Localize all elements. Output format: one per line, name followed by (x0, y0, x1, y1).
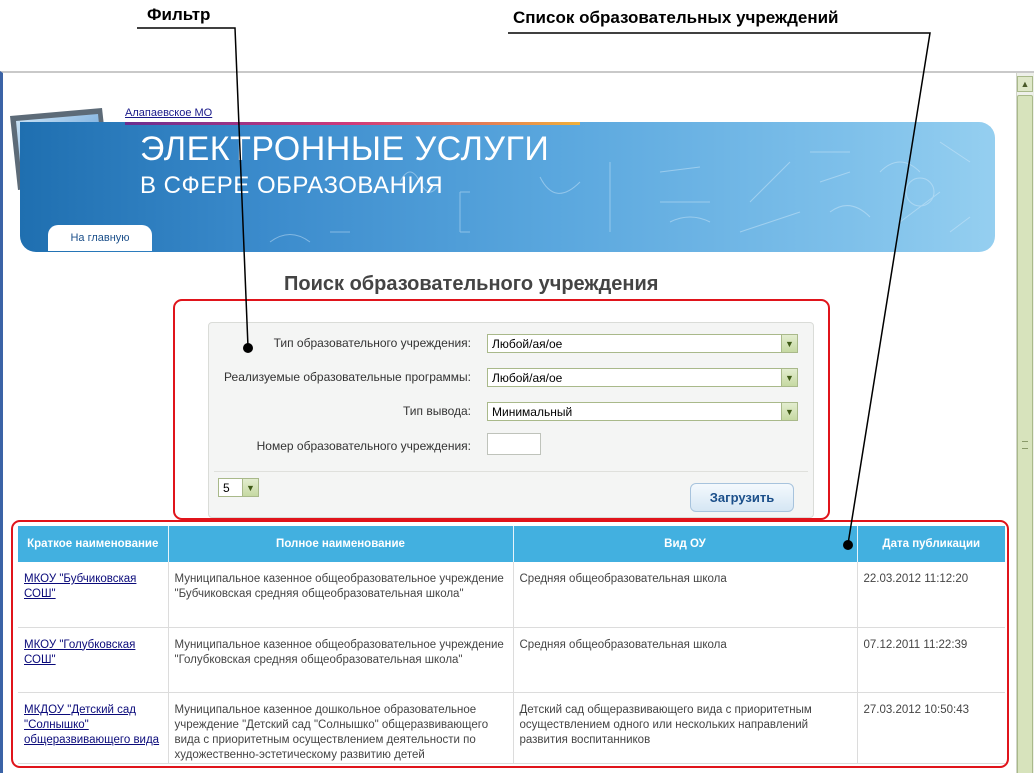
banner-accent-stripe (125, 122, 580, 125)
institution-link[interactable]: МКОУ "Бубчиковская СОШ" (24, 573, 136, 600)
column-header-date[interactable]: Дата публикации (857, 526, 1005, 562)
chevron-down-icon[interactable]: ▼ (781, 403, 797, 420)
programs-value: Любой/ая/ое (492, 371, 563, 385)
column-header-short-name[interactable]: Краткое наименование (18, 526, 169, 562)
scroll-up-icon[interactable]: ▲ (1017, 76, 1033, 92)
full-name-cell: Муниципальное казенное дошкольное образо… (168, 692, 514, 764)
page-size-select[interactable]: 5 ▼ (218, 478, 259, 497)
institution-link[interactable]: МКДОУ "Детский сад "Солнышко" общеразвив… (24, 704, 159, 746)
table-row: МКОУ "Бубчиковская СОШ" Муниципальное ка… (18, 562, 1005, 628)
institution-link[interactable]: МКОУ "Голубковская СОШ" (24, 639, 135, 666)
institution-type-value: Любой/ая/ое (492, 337, 563, 351)
short-name-cell: МКДОУ "Детский сад "Солнышко" общеразвив… (18, 692, 169, 764)
programs-select[interactable]: Любой/ая/ое ▼ (487, 368, 798, 387)
page-title: Поиск образовательного учреждения (284, 273, 659, 295)
date-cell: 27.03.2012 10:50:43 (857, 692, 1005, 764)
vertical-scrollbar[interactable]: ▲ (1016, 73, 1034, 773)
scrollbar-thumb[interactable] (1017, 95, 1033, 773)
annotation-list-label: Список образовательных учреждений (513, 8, 839, 27)
load-button[interactable]: Загрузить (690, 483, 794, 512)
output-type-label: Тип вывода: (403, 404, 471, 418)
full-name-cell: Муниципальное казенное общеобразовательн… (168, 562, 514, 628)
output-type-value: Минимальный (492, 405, 573, 419)
table-row: МКОУ "Голубковская СОШ" Муниципальное ка… (18, 627, 1005, 693)
institution-type-label: Тип образовательного учреждения: (273, 336, 471, 350)
banner-subtitle: В СФЕРЕ ОБРАЗОВАНИЯ (140, 172, 444, 199)
programs-label: Реализуемые образовательные программы: (224, 370, 471, 384)
kind-cell: Детский сад общеразвивающего вида с прио… (513, 692, 858, 764)
search-filter-panel: Тип образовательного учреждения: Любой/а… (208, 322, 814, 518)
results-table: Краткое наименование Полное наименование… (18, 526, 1005, 764)
full-name-cell: Муниципальное казенное общеобразовательн… (168, 627, 514, 693)
kind-cell: Средняя общеобразовательная школа (513, 627, 858, 693)
filter-divider (214, 471, 808, 472)
chevron-down-icon[interactable]: ▼ (781, 369, 797, 386)
home-tab[interactable]: На главную (48, 225, 152, 251)
table-row: МКДОУ "Детский сад "Солнышко" общеразвив… (18, 692, 1005, 764)
banner-title: ЭЛЕКТРОННЫЕ УСЛУГИ (140, 130, 550, 168)
browser-window: Алапаевское МО ЭЛЕКТРОННЫЕ УСЛУГИ В СФЕР… (0, 71, 1034, 773)
chevron-down-icon[interactable]: ▼ (242, 479, 258, 496)
chevron-down-icon[interactable]: ▼ (781, 335, 797, 352)
header-banner: ЭЛЕКТРОННЫЕ УСЛУГИ В СФЕРЕ ОБРАЗОВАНИЯ (20, 122, 995, 252)
column-header-kind[interactable]: Вид ОУ (513, 526, 858, 562)
page-size-value: 5 (223, 481, 230, 495)
institution-number-input[interactable] (487, 433, 541, 455)
kind-cell: Средняя общеобразовательная школа (513, 562, 858, 628)
scroll-grip-icon (1022, 441, 1028, 449)
output-type-select[interactable]: Минимальный ▼ (487, 402, 798, 421)
institution-number-label: Номер образовательного учреждения: (256, 439, 471, 453)
short-name-cell: МКОУ "Голубковская СОШ" (18, 627, 169, 693)
column-header-full-name[interactable]: Полное наименование (168, 526, 514, 562)
short-name-cell: МКОУ "Бубчиковская СОШ" (18, 562, 169, 628)
region-link[interactable]: Алапаевское МО (125, 107, 212, 119)
institution-type-select[interactable]: Любой/ая/ое ▼ (487, 334, 798, 353)
date-cell: 07.12.2011 11:22:39 (857, 627, 1005, 693)
date-cell: 22.03.2012 11:12:20 (857, 562, 1005, 628)
annotation-filter-label: Фильтр (147, 5, 211, 24)
table-header-row: Краткое наименование Полное наименование… (18, 526, 1005, 562)
